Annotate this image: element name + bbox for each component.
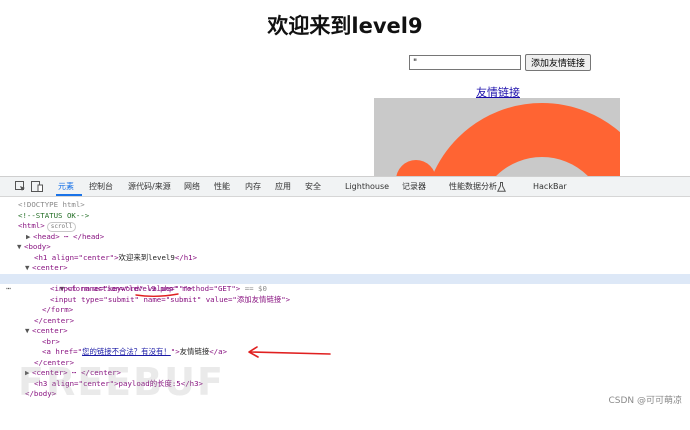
tab-application[interactable]: 应用 xyxy=(275,182,291,192)
inspect-element-icon[interactable] xyxy=(14,181,26,192)
tab-security[interactable]: 安全 xyxy=(305,182,321,192)
keyword-input[interactable] xyxy=(409,55,521,70)
dom-line-form-selected[interactable]: ⋯ ▼ <form action="level9.php" method="GET"… xyxy=(0,273,690,293)
devtools-panel: 元素 控制台 源代码/来源 网络 性能 内存 应用 安全 Lighthouse … xyxy=(0,176,690,410)
tab-memory[interactable]: 内存 xyxy=(245,182,261,192)
flask-icon xyxy=(495,181,507,192)
tab-recorder[interactable]: 记录器 xyxy=(402,182,426,192)
tab-console[interactable]: 控制台 xyxy=(89,182,113,192)
csdn-watermark: CSDN @可可萌凉 xyxy=(608,396,682,406)
tab-performance-insights[interactable]: 性能数据分析 xyxy=(449,182,497,192)
tab-elements[interactable]: 元素 xyxy=(58,182,74,192)
collapse-caret-icon: ▼ xyxy=(17,242,22,251)
collapse-caret-icon: ▼ xyxy=(25,326,30,335)
tab-lighthouse[interactable]: Lighthouse xyxy=(345,182,389,192)
dom-line-br[interactable]: <br> xyxy=(0,337,690,348)
dom-line-anchor[interactable]: <a href="您的链接不合法？有没有！">友情链接</a> xyxy=(0,347,690,358)
page-title: 欢迎来到level9 xyxy=(267,14,423,38)
dom-line-h1[interactable]: <h1 align="center">欢迎来到level9</h1> xyxy=(0,253,690,264)
tab-sources[interactable]: 源代码/来源 xyxy=(128,182,171,192)
level-image xyxy=(374,98,620,176)
dom-line-head[interactable]: ▶ <head> ⋯ </head> xyxy=(0,232,690,243)
dom-line-center-close[interactable]: </center> xyxy=(0,316,690,327)
dom-line-doctype[interactable]: <!DOCTYPE html> xyxy=(0,200,690,211)
expand-caret-icon: ▶ xyxy=(26,231,31,241)
tab-hackbar[interactable]: HackBar xyxy=(533,182,567,192)
scroll-badge[interactable]: scroll xyxy=(46,222,77,232)
device-toolbar-icon[interactable] xyxy=(31,181,43,192)
large-orange-ring xyxy=(432,103,620,176)
dom-line-form-close[interactable]: </form> xyxy=(0,305,690,316)
dom-line-html[interactable]: <html> scroll xyxy=(0,221,690,232)
dom-line-input-keyword[interactable]: <input name="keyword" value="""> xyxy=(0,284,690,295)
small-orange-blob xyxy=(396,160,436,176)
active-tab-indicator xyxy=(56,194,82,196)
dom-line-comment[interactable]: <!--STATUS OK--> xyxy=(0,211,690,222)
page-preview: 欢迎来到level9 添加友情链接 友情链接 xyxy=(0,0,690,176)
friend-link-form: 添加友情链接 xyxy=(409,54,592,71)
dom-line-center2[interactable]: ▼ <center> xyxy=(0,326,690,337)
dom-line-body[interactable]: ▼ <body> xyxy=(0,242,690,253)
anchor-href-value[interactable]: 您的链接不合法？有没有！ xyxy=(82,347,171,356)
dom-line-center[interactable]: ▼ <center> xyxy=(0,263,690,274)
collapse-caret-icon: ▼ xyxy=(25,263,30,272)
tab-network[interactable]: 网络 xyxy=(184,182,200,192)
devtools-toolbar: 元素 控制台 源代码/来源 网络 性能 内存 应用 安全 Lighthouse … xyxy=(0,177,690,197)
add-link-button[interactable]: 添加友情链接 xyxy=(525,54,592,71)
freebuf-watermark: FREEBUF xyxy=(18,360,225,404)
dom-line-input-submit[interactable]: <input type="submit" name="submit" value… xyxy=(0,295,690,306)
tab-performance[interactable]: 性能 xyxy=(214,182,230,192)
